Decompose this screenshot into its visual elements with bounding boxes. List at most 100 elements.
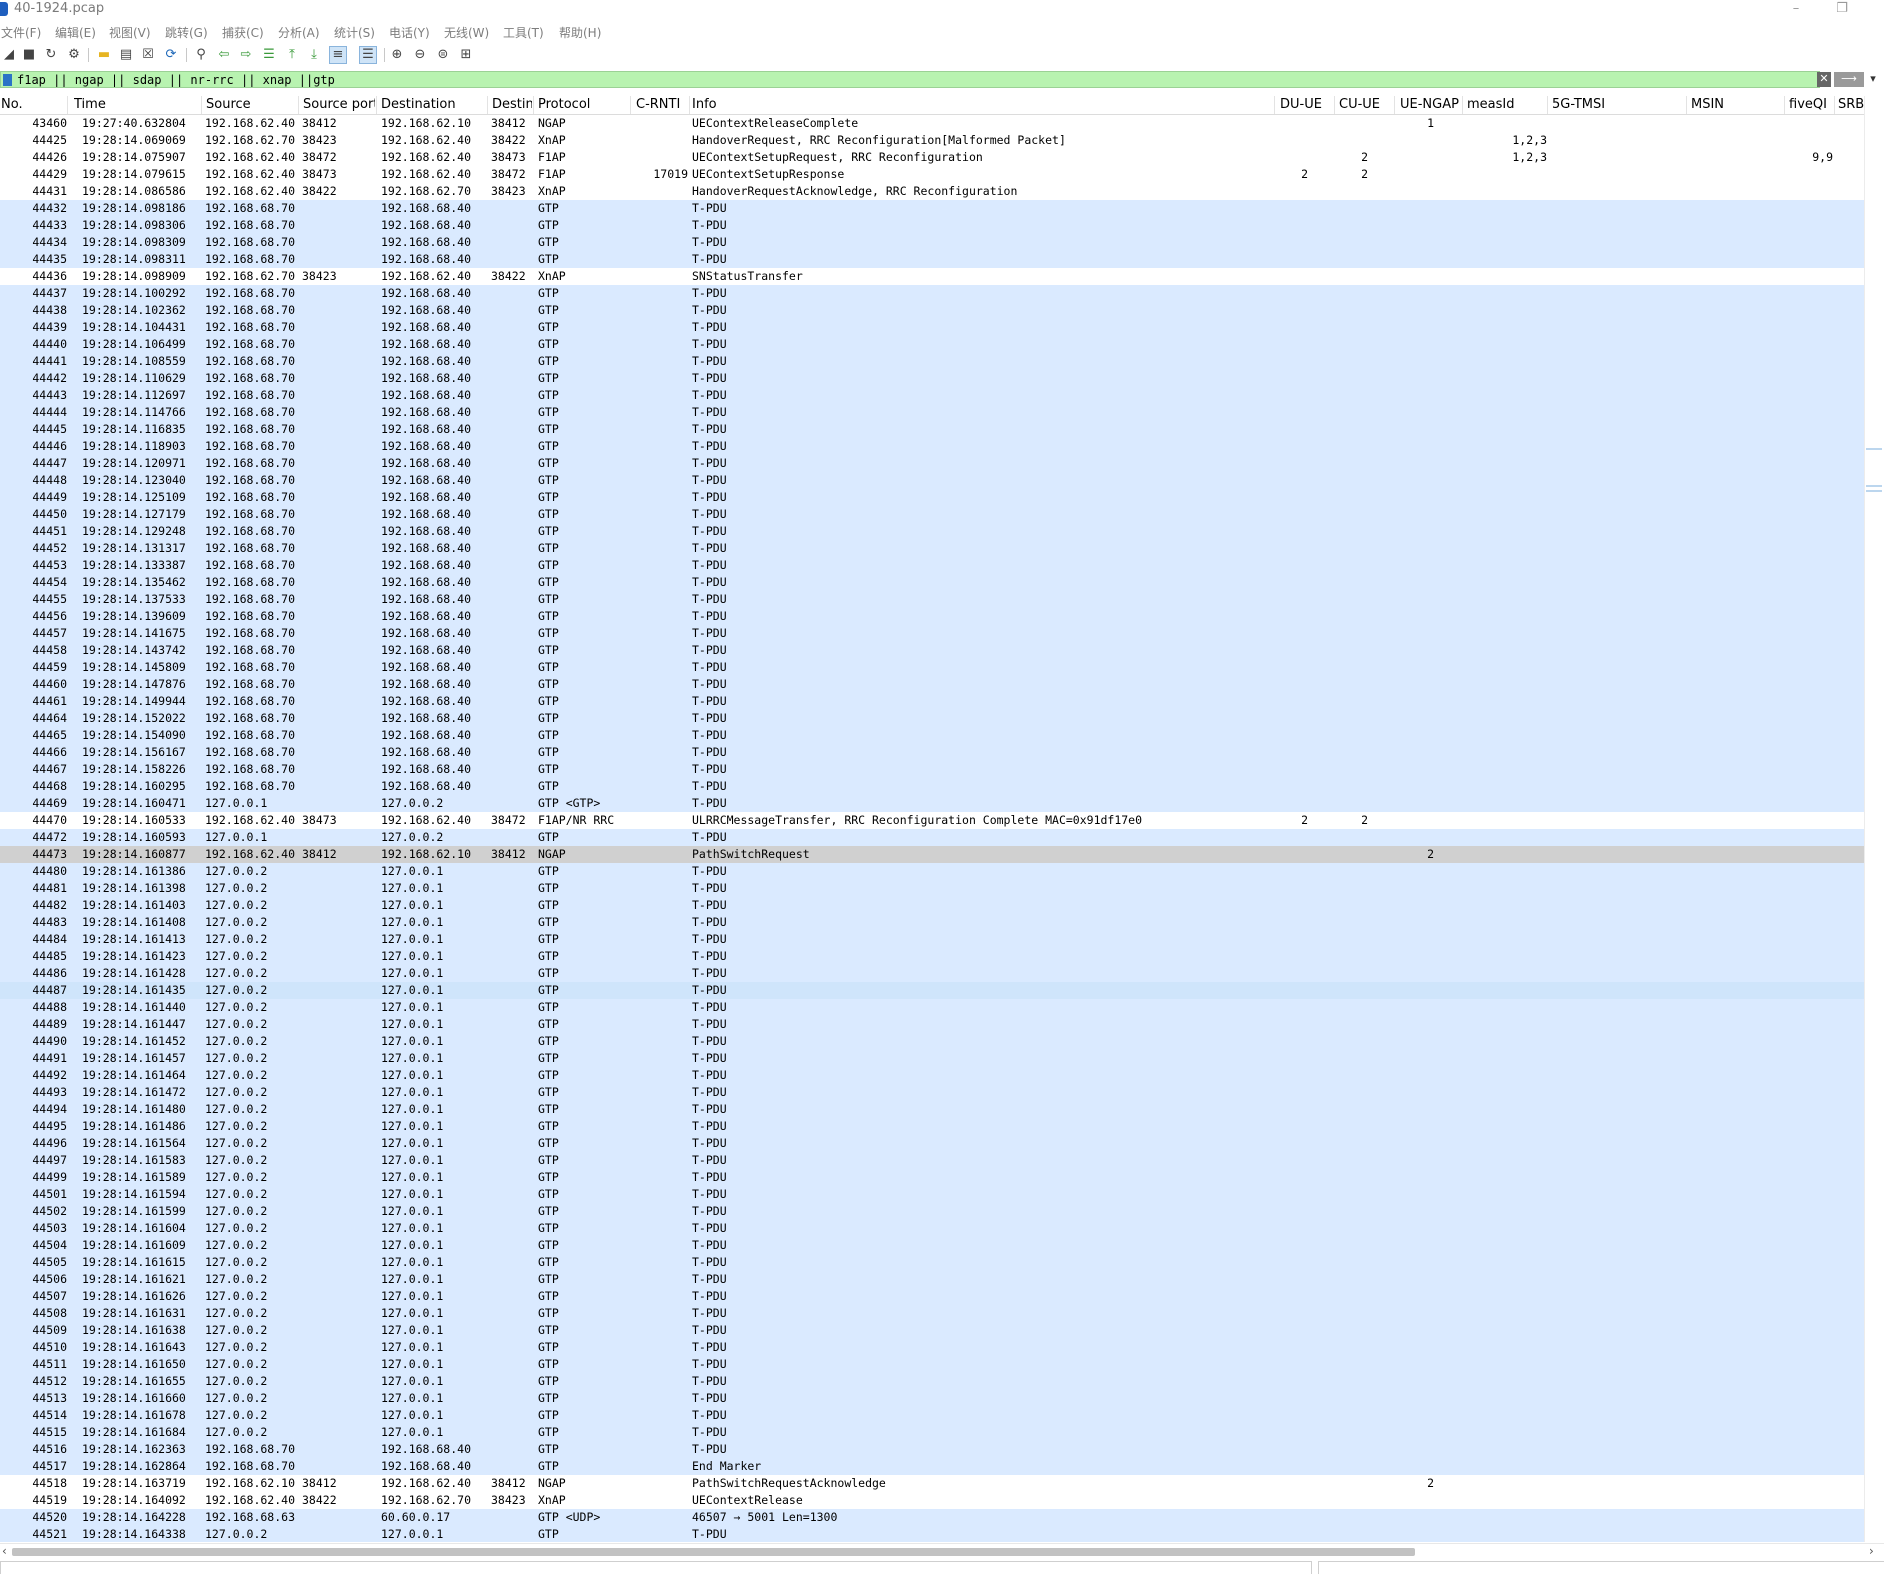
table-row[interactable]: 44468 19:28:14.160295 192.168.68.70 192.168… [0, 778, 1864, 795]
table-row[interactable]: 44499 19:28:14.161589 127.0.0.2 127.0.0.1 GT… [0, 1169, 1864, 1186]
table-row[interactable]: 44472 19:28:14.160593 127.0.0.1 127.0.0.2 GT… [0, 829, 1864, 846]
menu-go[interactable]: 跳转(G) [165, 24, 208, 41]
table-row[interactable]: 44507 19:28:14.161626 127.0.0.2 127.0.0.1 GT… [0, 1288, 1864, 1305]
table-row[interactable]: 44506 19:28:14.161621 127.0.0.2 127.0.0.1 GT… [0, 1271, 1864, 1288]
table-row[interactable]: 44514 19:28:14.161678 127.0.0.2 127.0.0.1 GT… [0, 1407, 1864, 1424]
shark-fin-start-icon[interactable]: ◢ [1, 47, 17, 63]
menu-file[interactable]: 文件(F) [1, 24, 41, 41]
table-row[interactable]: 44451 19:28:14.129248 192.168.68.70 192.168… [0, 523, 1864, 540]
table-row[interactable]: 44457 19:28:14.141675 192.168.68.70 192.168… [0, 625, 1864, 642]
last-packet-icon[interactable]: ⤓ [306, 47, 322, 63]
table-row[interactable]: 44487 19:28:14.161435 127.0.0.2 127.0.0.1 GT… [0, 982, 1864, 999]
table-row[interactable]: 44483 19:28:14.161408 127.0.0.2 127.0.0.1 GT… [0, 914, 1864, 931]
apply-filter-icon[interactable]: ⟶ [1834, 72, 1864, 87]
col-header-c-rnti[interactable]: C-RNTI [636, 97, 688, 112]
clear-filter-icon[interactable]: ✕ [1817, 72, 1831, 87]
table-row[interactable]: 44516 19:28:14.162363 192.168.68.70 192.168… [0, 1441, 1864, 1458]
table-row[interactable]: 44448 19:28:14.123040 192.168.68.70 192.168… [0, 472, 1864, 489]
table-row[interactable]: 44504 19:28:14.161609 127.0.0.2 127.0.0.1 GT… [0, 1237, 1864, 1254]
table-row[interactable]: 44480 19:28:14.161386 127.0.0.2 127.0.0.1 GT… [0, 863, 1864, 880]
table-row[interactable]: 44439 19:28:14.104431 192.168.68.70 192.168… [0, 319, 1864, 336]
table-row[interactable]: 44440 19:28:14.106499 192.168.68.70 192.168… [0, 336, 1864, 353]
table-row[interactable]: 44429 19:28:14.079615 192.168.62.40 38473 19… [0, 166, 1864, 183]
col-header-srb[interactable]: SRB [1838, 97, 1864, 112]
horizontal-scroll-thumb[interactable] [12, 1548, 1415, 1556]
menu-help[interactable]: 帮助(H) [559, 24, 601, 41]
table-row[interactable]: 44459 19:28:14.145809 192.168.68.70 192.168… [0, 659, 1864, 676]
table-row[interactable]: 44503 19:28:14.161604 127.0.0.2 127.0.0.1 GT… [0, 1220, 1864, 1237]
resize-columns-icon[interactable]: ⊞ [458, 47, 474, 63]
minimize-icon[interactable]: – [1786, 1, 1806, 16]
table-row[interactable]: 44521 19:28:14.164338 127.0.0.2 127.0.0.1 GT… [0, 1526, 1864, 1542]
save-file-icon[interactable]: ▤ [118, 47, 134, 63]
table-row[interactable]: 44490 19:28:14.161452 127.0.0.2 127.0.0.1 GT… [0, 1033, 1864, 1050]
table-row[interactable]: 44434 19:28:14.098309 192.168.68.70 192.168… [0, 234, 1864, 251]
table-row[interactable]: 44515 19:28:14.161684 127.0.0.2 127.0.0.1 GT… [0, 1424, 1864, 1441]
find-packet-icon[interactable]: ⚲ [193, 47, 209, 63]
go-to-packet-icon[interactable]: ☰ [261, 47, 277, 63]
table-row[interactable]: 44453 19:28:14.133387 192.168.68.70 192.168… [0, 557, 1864, 574]
table-row[interactable]: 44517 19:28:14.162864 192.168.68.70 192.168… [0, 1458, 1864, 1475]
filter-dropdown-icon[interactable]: ▾ [1866, 72, 1880, 87]
table-row[interactable]: 44482 19:28:14.161403 127.0.0.2 127.0.0.1 GT… [0, 897, 1864, 914]
table-row[interactable]: 44449 19:28:14.125109 192.168.68.70 192.168… [0, 489, 1864, 506]
table-row[interactable]: 44481 19:28:14.161398 127.0.0.2 127.0.0.1 GT… [0, 880, 1864, 897]
display-filter-input[interactable]: f1ap || ngap || sdap || nr-rrc || xnap |… [0, 71, 1820, 88]
menu-telephony[interactable]: 电话(Y) [389, 24, 430, 41]
close-file-icon[interactable]: ☒ [140, 47, 156, 63]
table-row[interactable]: 44455 19:28:14.137533 192.168.68.70 192.168… [0, 591, 1864, 608]
table-row[interactable]: 44497 19:28:14.161583 127.0.0.2 127.0.0.1 GT… [0, 1152, 1864, 1169]
table-row[interactable]: 44436 19:28:14.098909 192.168.62.70 38423 19… [0, 268, 1864, 285]
table-row[interactable]: 44486 19:28:14.161428 127.0.0.2 127.0.0.1 GT… [0, 965, 1864, 982]
table-row[interactable]: 44470 19:28:14.160533 192.168.62.40 38473 19… [0, 812, 1864, 829]
table-row[interactable]: 44443 19:28:14.112697 192.168.68.70 192.168… [0, 387, 1864, 404]
table-row[interactable]: 44452 19:28:14.131317 192.168.68.70 192.168… [0, 540, 1864, 557]
col-header-source-port[interactable]: Source port [303, 97, 375, 112]
table-row[interactable]: 44444 19:28:14.114766 192.168.68.70 192.168… [0, 404, 1864, 421]
table-row[interactable]: 44435 19:28:14.098311 192.168.68.70 192.168… [0, 251, 1864, 268]
col-header-dest-port[interactable]: Destina [492, 97, 532, 112]
menu-edit[interactable]: 编辑(E) [55, 24, 96, 41]
table-row[interactable]: 44442 19:28:14.110629 192.168.68.70 192.168… [0, 370, 1864, 387]
col-header-protocol[interactable]: Protocol [538, 97, 630, 112]
table-row[interactable]: 44469 19:28:14.160471 127.0.0.1 127.0.0.2 GT… [0, 795, 1864, 812]
table-row[interactable]: 44511 19:28:14.161650 127.0.0.2 127.0.0.1 GT… [0, 1356, 1864, 1373]
restore-icon[interactable]: ❐ [1832, 1, 1852, 16]
reload-file-icon[interactable]: ⟳ [163, 47, 179, 63]
table-row[interactable]: 44467 19:28:14.158226 192.168.68.70 192.168… [0, 761, 1864, 778]
table-row[interactable]: 44492 19:28:14.161464 127.0.0.2 127.0.0.1 GT… [0, 1067, 1864, 1084]
table-row[interactable]: 44432 19:28:14.098186 192.168.68.70 192.168… [0, 200, 1864, 217]
table-row[interactable]: 44491 19:28:14.161457 127.0.0.2 127.0.0.1 GT… [0, 1050, 1864, 1067]
bookmark-icon[interactable] [3, 74, 12, 86]
table-row[interactable]: 44508 19:28:14.161631 127.0.0.2 127.0.0.1 GT… [0, 1305, 1864, 1322]
menu-capture[interactable]: 捕获(C) [222, 24, 264, 41]
table-row[interactable]: 44458 19:28:14.143742 192.168.68.70 192.168… [0, 642, 1864, 659]
colorize-icon[interactable]: ☰ [359, 46, 377, 64]
table-row[interactable]: 44495 19:28:14.161486 127.0.0.2 127.0.0.1 GT… [0, 1118, 1864, 1135]
stop-capture-icon[interactable]: ■ [21, 47, 37, 63]
col-header-du-ue[interactable]: DU-UE [1280, 97, 1332, 112]
menu-wireless[interactable]: 无线(W) [444, 24, 489, 41]
go-forward-icon[interactable]: ⇨ [238, 47, 254, 63]
packet-list[interactable]: No. Time Source Source port Destination … [0, 96, 1864, 1542]
col-header-measid[interactable]: measId [1467, 97, 1547, 112]
first-packet-icon[interactable]: ⤒ [284, 47, 300, 63]
col-header-info[interactable]: Info [692, 97, 1270, 112]
scroll-left-icon[interactable]: ‹ [2, 1544, 7, 1558]
table-row[interactable]: 44489 19:28:14.161447 127.0.0.2 127.0.0.1 GT… [0, 1016, 1864, 1033]
table-row[interactable]: 44454 19:28:14.135462 192.168.68.70 192.168… [0, 574, 1864, 591]
table-row[interactable]: 44518 19:28:14.163719 192.168.62.10 38412 19… [0, 1475, 1864, 1492]
col-header-fiveqi[interactable]: fiveQI [1789, 97, 1833, 112]
table-row[interactable]: 44494 19:28:14.161480 127.0.0.2 127.0.0.1 GT… [0, 1101, 1864, 1118]
table-row[interactable]: 44425 19:28:14.069069 192.168.62.70 38423 19… [0, 132, 1864, 149]
restart-capture-icon[interactable]: ↻ [43, 47, 59, 63]
table-row[interactable]: 44473 19:28:14.160877 192.168.62.40 38412 19… [0, 846, 1864, 863]
table-row[interactable]: 44433 19:28:14.098306 192.168.68.70 192.168… [0, 217, 1864, 234]
table-row[interactable]: 44502 19:28:14.161599 127.0.0.2 127.0.0.1 GT… [0, 1203, 1864, 1220]
table-row[interactable]: 44496 19:28:14.161564 127.0.0.2 127.0.0.1 GT… [0, 1135, 1864, 1152]
menu-view[interactable]: 视图(V) [109, 24, 151, 41]
table-row[interactable]: 44431 19:28:14.086586 192.168.62.40 38422 19… [0, 183, 1864, 200]
table-row[interactable]: 44493 19:28:14.161472 127.0.0.2 127.0.0.1 GT… [0, 1084, 1864, 1101]
capture-options-icon[interactable]: ⚙ [66, 47, 82, 63]
table-row[interactable]: 44441 19:28:14.108559 192.168.68.70 192.168… [0, 353, 1864, 370]
